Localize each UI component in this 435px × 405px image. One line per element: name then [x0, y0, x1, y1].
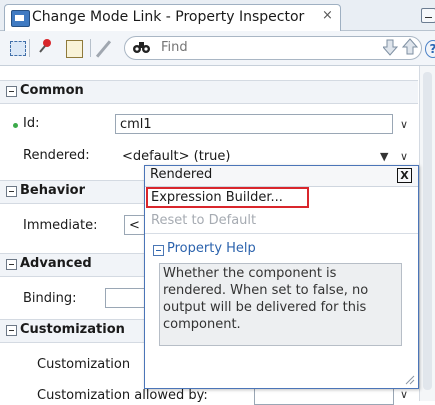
- chevron-down-icon[interactable]: ∨: [400, 118, 408, 131]
- section-label: Behavior: [20, 183, 86, 198]
- required-indicator-icon: [13, 123, 18, 128]
- rendered-label: Rendered:: [23, 148, 90, 163]
- toolbar: ?: [0, 31, 435, 66]
- section-label: Customization: [20, 322, 125, 337]
- scrollbar[interactable]: [419, 66, 435, 401]
- popup-title: Rendered: [150, 167, 213, 182]
- resize-grip-icon[interactable]: [403, 373, 415, 385]
- minimize-icon[interactable]: [421, 8, 435, 23]
- collapse-icon[interactable]: [6, 325, 17, 336]
- help-icon[interactable]: ?: [425, 40, 435, 58]
- binoculars-icon[interactable]: [132, 39, 152, 59]
- pencil-icon[interactable]: [95, 40, 112, 58]
- pin-icon[interactable]: [37, 37, 55, 55]
- id-label: Id:: [23, 116, 40, 131]
- binding-label: Binding:: [23, 291, 77, 306]
- property-inspector-icon: [11, 10, 30, 27]
- property-inspector-tab[interactable]: Change Mode Link - Property Inspector ×: [4, 4, 341, 31]
- popup-header: Rendered X: [145, 166, 418, 187]
- menu-divider: [145, 233, 418, 234]
- rendered-field[interactable]: <default> (true): [118, 146, 394, 166]
- section-common[interactable]: Common: [0, 80, 418, 104]
- collapse-icon[interactable]: [6, 86, 17, 97]
- find-input[interactable]: [161, 39, 311, 56]
- customization-label: Customization: [37, 357, 131, 372]
- section-label: Advanced: [20, 256, 92, 271]
- collapse-icon[interactable]: [153, 245, 164, 256]
- rendered-popup: Rendered X Expression Builder... Reset t…: [144, 165, 419, 389]
- tab-bar: Change Mode Link - Property Inspector ×: [0, 0, 435, 31]
- binding-field[interactable]: [105, 288, 146, 308]
- tab-title: Change Mode Link - Property Inspector: [32, 9, 305, 25]
- find-field[interactable]: [124, 36, 422, 60]
- reset-to-default-menu-item[interactable]: Reset to Default: [151, 213, 256, 228]
- expression-builder-menu-item[interactable]: Expression Builder...: [146, 187, 309, 208]
- tab-close-icon[interactable]: ×: [322, 8, 333, 23]
- edit-properties-icon[interactable]: [66, 40, 83, 58]
- collapse-icon[interactable]: [6, 259, 17, 270]
- chevron-down-icon[interactable]: ∨: [400, 150, 408, 163]
- scrollbar-thumb[interactable]: [423, 72, 432, 390]
- property-help-text: Whether the component is rendered. When …: [159, 263, 402, 346]
- toolbar-divider: [90, 39, 91, 57]
- immediate-label: Immediate:: [23, 218, 98, 233]
- property-help-title[interactable]: Property Help: [167, 241, 256, 256]
- section-label: Common: [20, 83, 84, 98]
- toolbar-divider: [29, 39, 30, 57]
- immediate-field[interactable]: <: [124, 215, 146, 235]
- close-icon[interactable]: X: [397, 168, 412, 183]
- select-component-icon[interactable]: [10, 41, 26, 56]
- dropdown-arrow-icon[interactable]: ▼: [380, 150, 388, 163]
- collapse-icon[interactable]: [6, 186, 17, 197]
- find-navigation-icons[interactable]: [381, 38, 421, 60]
- chevron-down-icon[interactable]: ∨: [400, 388, 408, 401]
- id-field[interactable]: cml1: [115, 114, 393, 134]
